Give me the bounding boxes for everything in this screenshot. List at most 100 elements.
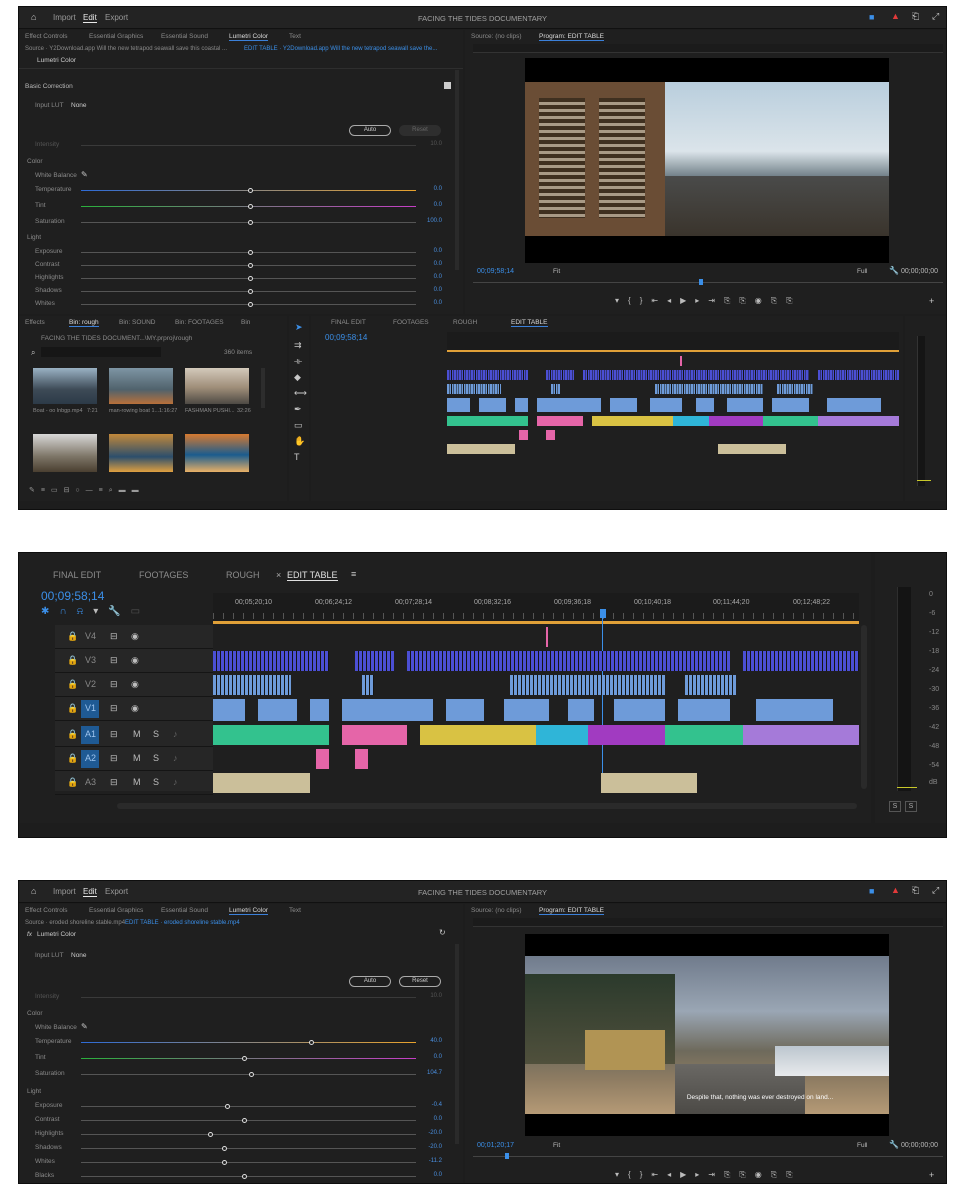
thumb-boat[interactable]: [33, 368, 97, 404]
timeline-clip[interactable]: [727, 398, 764, 412]
whites-value[interactable]: -11.2: [414, 1158, 442, 1164]
enable-checkbox[interactable]: [444, 82, 451, 89]
sync-icon[interactable]: ⊟: [110, 753, 118, 764]
input-lut-select[interactable]: None: [71, 952, 87, 959]
intensity-slider[interactable]: [81, 997, 416, 998]
timeline-clip[interactable]: [213, 651, 330, 671]
saturation-knob[interactable]: [248, 1072, 254, 1077]
lock-icon[interactable]: 🔒: [67, 655, 78, 666]
wrench-icon[interactable]: 🔧: [889, 1140, 899, 1149]
bin-scrollbar[interactable]: [261, 368, 265, 408]
mute-button[interactable]: M: [133, 777, 141, 787]
blacks-knob[interactable]: [241, 1174, 247, 1179]
monitor-playhead[interactable]: [505, 1153, 509, 1159]
tab-bin-sound[interactable]: Bin: SOUND: [119, 319, 155, 326]
fx-icon[interactable]: fx: [27, 931, 32, 938]
eye-icon[interactable]: ◉: [131, 703, 139, 714]
sync-icon[interactable]: ⊟: [110, 679, 118, 690]
track-header-v4[interactable]: 🔒 V4 ⊟ ◉: [55, 625, 213, 649]
timeline-clip[interactable]: [213, 773, 310, 793]
fit-select[interactable]: Fit: [553, 1142, 560, 1149]
timeline-clip[interactable]: [342, 699, 433, 721]
color-group[interactable]: Color: [27, 1010, 43, 1017]
blacks-value[interactable]: 0.0: [414, 1172, 442, 1178]
timeline-clip[interactable]: [213, 725, 330, 745]
seq-tab-rough[interactable]: ROUGH: [453, 319, 477, 326]
program-timecode[interactable]: 00;09;58;14: [477, 268, 514, 275]
eyedropper-icon[interactable]: ✎: [81, 1022, 88, 1031]
ripple-tool-icon[interactable]: ⟛: [294, 356, 302, 367]
timeline-clip[interactable]: [684, 675, 737, 695]
tint-slider[interactable]: [81, 1058, 416, 1059]
timeline-clip[interactable]: [776, 384, 814, 394]
exposure-value[interactable]: -0.4: [414, 1102, 442, 1108]
mic-icon[interactable]: ♪: [173, 753, 178, 763]
tint-knob[interactable]: [248, 204, 253, 209]
tab-source-monitor[interactable]: Source: (no clips): [471, 907, 522, 914]
shadows-knob[interactable]: [221, 1146, 227, 1151]
track-select-tool-icon[interactable]: ⇉: [294, 340, 302, 351]
timeline-clip[interactable]: [355, 651, 394, 671]
seq-tab-footages[interactable]: FOOTAGES: [393, 319, 429, 326]
seq-timecode[interactable]: 00;09;58;14: [325, 333, 367, 342]
monitor-scrubber[interactable]: [473, 1156, 943, 1164]
shadows-knob[interactable]: [248, 289, 253, 294]
timeline-clip[interactable]: [342, 725, 407, 745]
contrast-knob[interactable]: [248, 263, 253, 268]
timeline-clip[interactable]: [718, 444, 786, 454]
horizontal-scrollbar[interactable]: [117, 803, 857, 809]
tab-essential-graphics[interactable]: Essential Graphics: [89, 33, 143, 40]
lock-icon[interactable]: 🔒: [67, 703, 78, 714]
track-header-v1[interactable]: 🔒 V1 ⊟ ◉: [55, 697, 213, 721]
mic-icon[interactable]: ♪: [173, 777, 178, 787]
program-video-frame[interactable]: Despite that, nothing was ever destroyed…: [525, 934, 889, 1136]
shadows-value[interactable]: -20.0: [414, 1144, 442, 1150]
playhead-line[interactable]: [602, 617, 603, 793]
color-group[interactable]: Color: [27, 158, 43, 165]
timeline-clip[interactable]: [609, 398, 637, 412]
search-icon[interactable]: ⌕: [31, 348, 35, 358]
timeline-clip[interactable]: [546, 370, 574, 380]
whites-slider[interactable]: [81, 1162, 416, 1163]
seq-timecode[interactable]: 00;09;58;14: [41, 589, 104, 603]
timeline-clip[interactable]: [550, 384, 560, 394]
mic-icon[interactable]: ♪: [173, 729, 178, 739]
lock-icon[interactable]: 🔒: [67, 679, 78, 690]
sync-icon[interactable]: ⊟: [110, 631, 118, 642]
thumb-shore[interactable]: [33, 434, 97, 472]
timeline-toolbar[interactable]: ✱∩⍾▾🔧▭: [41, 606, 191, 618]
saturation-knob[interactable]: [248, 220, 253, 225]
timeline-clip[interactable]: [709, 416, 764, 426]
selection-tool-icon[interactable]: ➤: [295, 322, 303, 333]
solo-right-button[interactable]: S: [905, 801, 917, 812]
timeline-clip[interactable]: [447, 398, 470, 412]
timeline-clip[interactable]: [826, 398, 881, 412]
intensity-value[interactable]: 10.0: [414, 993, 442, 999]
contrast-value[interactable]: 0.0: [414, 261, 442, 267]
sequence-line[interactable]: EDIT TABLE · Y2Download.app Will the new…: [244, 46, 437, 52]
mini-ruler[interactable]: [447, 332, 899, 352]
timeline-clip[interactable]: [213, 675, 291, 695]
exposure-knob[interactable]: [248, 250, 253, 255]
track-header-a2[interactable]: 🔒 A2 ⊟ M S ♪: [55, 747, 213, 771]
timeline-clip[interactable]: [213, 699, 246, 721]
wrench-icon[interactable]: 🔧: [889, 266, 899, 275]
light-group[interactable]: Light: [27, 1088, 41, 1095]
solo-button[interactable]: S: [153, 753, 159, 763]
input-lut-select[interactable]: None: [71, 102, 87, 109]
expand-icon[interactable]: ⤢: [932, 11, 939, 22]
fullscreen-icon[interactable]: ■: [869, 12, 874, 22]
bin-search-input[interactable]: [41, 347, 161, 357]
mute-button[interactable]: M: [133, 729, 141, 739]
tab-text[interactable]: Text: [289, 907, 301, 914]
timeline-clip[interactable]: [600, 773, 698, 793]
contrast-value[interactable]: 0.0: [414, 1116, 442, 1122]
tab-effects[interactable]: Effects: [25, 319, 45, 326]
seq-tab-rough[interactable]: ROUGH: [226, 570, 260, 580]
vertical-scrollbar[interactable]: [861, 625, 867, 789]
program-timecode[interactable]: 00;01;20;17: [477, 1142, 514, 1149]
lock-icon[interactable]: 🔒: [67, 777, 78, 788]
timeline-clip[interactable]: [772, 398, 809, 412]
seq-tab-final-edit[interactable]: FINAL EDIT: [53, 570, 101, 580]
tab-lumetri-color[interactable]: Lumetri Color: [229, 907, 269, 915]
